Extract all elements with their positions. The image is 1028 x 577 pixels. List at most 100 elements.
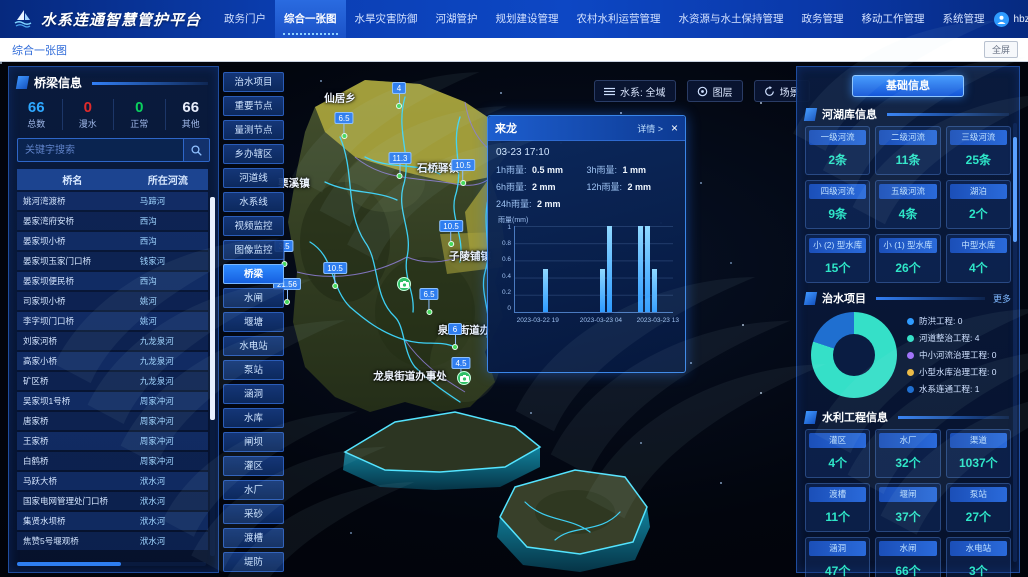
scrollbar-thumb[interactable] <box>17 562 121 566</box>
table-row[interactable]: 姚河湾渡桥 马蹄河 <box>17 192 208 210</box>
user-menu[interactable]: hbzb42080201 <box>994 12 1028 27</box>
nav-item[interactable]: 水旱灾害防御 <box>346 0 427 38</box>
stat-card[interactable]: 水电站 3个 <box>946 537 1011 577</box>
nav-item[interactable]: 规划建设管理 <box>487 0 568 38</box>
layer-menu-item[interactable]: 灌区 <box>223 456 284 476</box>
table-row[interactable]: 晏家湾府安桥 西沟 <box>17 212 208 230</box>
stat-card[interactable]: 湖泊 2个 <box>946 180 1011 229</box>
table-row[interactable]: 刘家河桥 九龙泉河 <box>17 332 208 350</box>
table-row[interactable]: 唐家桥 周家冲河 <box>17 412 208 430</box>
search-button[interactable] <box>183 139 209 161</box>
projects-donut <box>811 312 897 398</box>
stat-card[interactable]: 中型水库 4个 <box>946 234 1011 283</box>
fullscreen-button[interactable]: 全屏 <box>984 41 1018 58</box>
station-marker[interactable]: 10.5 <box>439 220 463 247</box>
layer-menu-item[interactable]: 水系线 <box>223 192 284 212</box>
table-row[interactable]: 马跃大桥 洑水河 <box>17 472 208 490</box>
stat-card[interactable]: 小 (1) 型水库 26个 <box>875 234 940 283</box>
stat-card[interactable]: 一级河流 2条 <box>805 126 870 175</box>
nav-item[interactable]: 移动工作管理 <box>853 0 934 38</box>
table-row[interactable]: 吴家坝1号桥 周家冲河 <box>17 392 208 410</box>
layer-menu-item[interactable]: 水厂 <box>223 480 284 500</box>
nav-item[interactable]: 综合一张图 <box>275 0 346 38</box>
layer-menu-item[interactable]: 治水项目 <box>223 72 284 92</box>
nav-item[interactable]: 农村水利运营管理 <box>568 0 670 38</box>
layer-menu-item[interactable]: 涵洞 <box>223 384 284 404</box>
station-marker[interactable]: 4 <box>392 82 406 109</box>
layer-menu-item[interactable]: 视频监控 <box>223 216 284 236</box>
station-marker[interactable]: 6.5 <box>419 288 438 315</box>
stat-card[interactable]: 五级河流 4条 <box>875 180 940 229</box>
layer-menu-item[interactable]: 乡办辖区 <box>223 144 284 164</box>
stat-card[interactable]: 灌区 4个 <box>805 429 870 478</box>
layer-menu-item[interactable]: 采砂 <box>223 504 284 524</box>
stat-card[interactable]: 水闸 66个 <box>875 537 940 577</box>
table-row[interactable]: 晏家坝玉家门口桥 钱家河 <box>17 252 208 270</box>
bridge-name-cell: 刘家河桥 <box>17 332 128 350</box>
station-marker[interactable]: 10.5 <box>451 159 475 186</box>
layer-menu-item[interactable]: 闸坝 <box>223 432 284 452</box>
layer-menu-item[interactable]: 图像监控 <box>223 240 284 260</box>
table-row[interactable]: 晏家坝便民桥 西沟 <box>17 272 208 290</box>
tab-basic-info[interactable]: 基础信息 <box>852 75 964 97</box>
rain-metric: 1h雨量: 0.5 mm <box>496 163 587 176</box>
stat-card[interactable]: 涵洞 47个 <box>805 537 870 577</box>
nav-item[interactable]: 系统管理 <box>934 0 994 38</box>
scrollbar-thumb[interactable] <box>210 197 215 420</box>
nav-item[interactable]: 水资源与水土保持管理 <box>670 0 793 38</box>
table-row[interactable]: 李字坝门口桥 姚河 <box>17 312 208 330</box>
layer-menu-item[interactable]: 水库 <box>223 408 284 428</box>
layer-menu-item[interactable]: 泵站 <box>223 360 284 380</box>
table-horizontal-scrollbar[interactable] <box>17 562 206 566</box>
table-row[interactable]: 高家小桥 九龙泉河 <box>17 352 208 370</box>
layer-menu-item[interactable]: 渡槽 <box>223 528 284 548</box>
table-row[interactable]: 王家桥 周家冲河 <box>17 432 208 450</box>
nav-item[interactable]: 政务门户 <box>215 0 275 38</box>
panel-scrollbar[interactable] <box>1013 123 1017 562</box>
table-row[interactable]: 司家坝小桥 姚河 <box>17 292 208 310</box>
table-row[interactable]: 国家电网管理处门口桥 洑水河 <box>17 492 208 510</box>
nav-item[interactable]: 政务管理 <box>793 0 853 38</box>
stat-card[interactable]: 渡槽 11个 <box>805 483 870 532</box>
scrollbar-thumb[interactable] <box>1013 137 1017 242</box>
table-row[interactable]: 矿区桥 九龙泉河 <box>17 372 208 390</box>
stat-card[interactable]: 二级河流 11条 <box>875 126 940 175</box>
layer-menu-item[interactable]: 堰塘 <box>223 312 284 332</box>
station-marker[interactable]: 6.5 <box>334 112 353 139</box>
camera-icon[interactable] <box>457 371 471 385</box>
layer-menu-item[interactable]: 重要节点 <box>223 96 284 116</box>
popup-detail-link[interactable]: 详情 > <box>637 122 663 135</box>
stat-card[interactable]: 三级河流 25条 <box>946 126 1011 175</box>
river-cell: 洑水河 <box>128 532 208 550</box>
station-marker[interactable]: 10.5 <box>323 262 347 289</box>
map-area[interactable]: 仙居乡栗溪镇石桥驿镇子陵铺镇泉口街道办龙泉街道办事处 4 6.5 11.3 10… <box>0 62 1028 577</box>
layers-button[interactable]: 图层 <box>687 80 743 102</box>
table-row[interactable]: 焦赞5号堰观桥 洑水河 <box>17 532 208 550</box>
close-icon[interactable]: × <box>671 122 678 134</box>
stat-card[interactable]: 水厂 32个 <box>875 429 940 478</box>
card-title: 泵站 <box>950 487 1007 502</box>
table-vertical-scrollbar[interactable] <box>210 197 215 556</box>
layer-menu-item[interactable]: 河道线 <box>223 168 284 188</box>
more-link[interactable]: 更多 <box>993 292 1011 305</box>
layer-menu-item[interactable]: 水闸 <box>223 288 284 308</box>
search-input[interactable] <box>18 139 183 161</box>
breadcrumb[interactable]: 综合一张图 <box>0 42 67 58</box>
station-marker[interactable]: 6 <box>448 323 462 350</box>
water-system-scope-button[interactable]: 水系: 全域 <box>594 80 676 102</box>
stat-card[interactable]: 泵站 27个 <box>946 483 1011 532</box>
table-row[interactable]: 晏家坝小桥 西沟 <box>17 232 208 250</box>
layer-menu-item[interactable]: 水电站 <box>223 336 284 356</box>
camera-icon[interactable] <box>397 277 411 291</box>
stat-card[interactable]: 堰闸 37个 <box>875 483 940 532</box>
station-marker[interactable]: 11.3 <box>389 152 412 179</box>
stat-card[interactable]: 小 (2) 型水库 15个 <box>805 234 870 283</box>
stat-card[interactable]: 渠道 1037个 <box>946 429 1011 478</box>
table-row[interactable]: 白鹤桥 周家冲河 <box>17 452 208 470</box>
table-row[interactable]: 集贤水坝桥 洑水河 <box>17 512 208 530</box>
stat-card[interactable]: 四级河流 9条 <box>805 180 870 229</box>
layer-menu-item[interactable]: 堤防 <box>223 552 284 572</box>
nav-item[interactable]: 河湖管护 <box>427 0 487 38</box>
layer-menu-item[interactable]: 桥梁 <box>223 264 284 284</box>
layer-menu-item[interactable]: 量测节点 <box>223 120 284 140</box>
